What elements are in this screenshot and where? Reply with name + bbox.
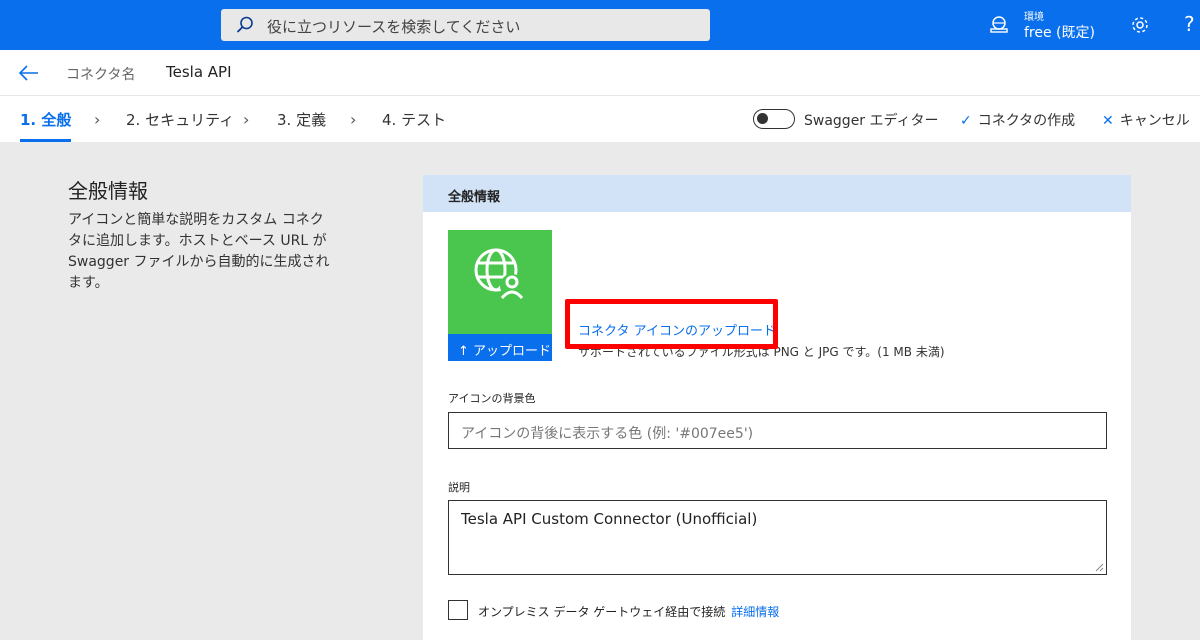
connector-icon-preview: [448, 230, 552, 334]
onprem-gateway-label: オンプレミス データ ゲートウェイ経由で接続 詳細情報: [478, 603, 779, 620]
section-description: アイコンと簡単な説明をカスタム コネクタに追加します。ホストとベース URL が…: [68, 212, 330, 291]
onprem-gateway-checkbox[interactable]: [448, 600, 468, 620]
checkmark-icon: ✓: [960, 113, 972, 129]
panel-header-title: 全般情報: [448, 190, 501, 205]
description-textarea[interactable]: Tesla API Custom Connector (Unofficial): [448, 500, 1107, 575]
tab-security[interactable]: 2. セキュリティ: [126, 109, 234, 130]
environment-label: 環境: [1024, 12, 1044, 23]
top-bar: 役に立つリソースを検索してください 環境 free (既定) ?: [0, 0, 1200, 50]
search-box[interactable]: 役に立つリソースを検索してください: [221, 9, 710, 41]
environment-value[interactable]: free (既定): [1024, 22, 1095, 42]
learn-more-link[interactable]: 詳細情報: [731, 605, 779, 619]
upload-button[interactable]: ↑ アップロード: [448, 334, 552, 361]
search-icon: [236, 16, 253, 33]
tab-definition[interactable]: 3. 定義: [277, 109, 326, 130]
create-connector-label: コネクタの作成: [977, 113, 1076, 129]
onprem-gateway-text: オンプレミス データ ゲートウェイ経由で接続: [478, 605, 726, 619]
create-connector-button[interactable]: ✓ コネクタの作成: [960, 110, 1075, 130]
chevron-right-icon: ›: [350, 110, 357, 129]
step-tabs: 1. 全般 › 2. セキュリティ › 3. 定義 › 4. テスト Swagg…: [0, 96, 1200, 142]
cancel-button[interactable]: ✕ キャンセル: [1102, 110, 1190, 130]
cancel-label: キャンセル: [1119, 113, 1190, 129]
description-value: Tesla API Custom Connector (Unofficial): [461, 510, 758, 528]
icon-bg-color-input[interactable]: アイコンの背後に表示する色 (例: '#007ee5'): [448, 412, 1107, 449]
tab-test[interactable]: 4. テスト: [382, 109, 446, 130]
close-icon: ✕: [1102, 113, 1114, 129]
icon-bg-color-placeholder: アイコンの背後に表示する色 (例: '#007ee5'): [461, 426, 754, 442]
help-icon[interactable]: ?: [1184, 12, 1195, 36]
back-arrow-icon[interactable]: [18, 63, 40, 83]
swagger-editor-label[interactable]: Swagger エディター: [804, 110, 939, 130]
general-info-panel: 全般情報 ↑ アップロード サポートされているファイル形式は PNG と JPG…: [423, 175, 1131, 640]
chevron-right-icon: ›: [243, 110, 250, 129]
panel-header: 全般情報: [423, 175, 1131, 212]
active-tab-underline: [20, 139, 71, 142]
highlight-box: [565, 299, 778, 349]
toggle-knob: [757, 113, 768, 124]
environment-icon[interactable]: [989, 15, 1009, 35]
tab-general[interactable]: 1. 全般: [20, 109, 71, 130]
search-placeholder[interactable]: 役に立つリソースを検索してください: [267, 16, 520, 37]
connector-name-label: コネクタ名: [66, 67, 136, 83]
breadcrumb-bar: コネクタ名 Tesla API: [0, 50, 1200, 96]
resize-grip-icon[interactable]: [1094, 562, 1104, 572]
chevron-right-icon: ›: [94, 110, 101, 129]
connector-name: Tesla API: [166, 63, 232, 81]
globe-user-icon: [474, 248, 524, 300]
gear-icon[interactable]: [1130, 15, 1150, 35]
swagger-editor-toggle[interactable]: [753, 109, 795, 129]
icon-bg-color-label: アイコンの背景色: [448, 392, 536, 405]
section-title: 全般情報: [68, 179, 148, 203]
description-label: 説明: [448, 481, 470, 494]
